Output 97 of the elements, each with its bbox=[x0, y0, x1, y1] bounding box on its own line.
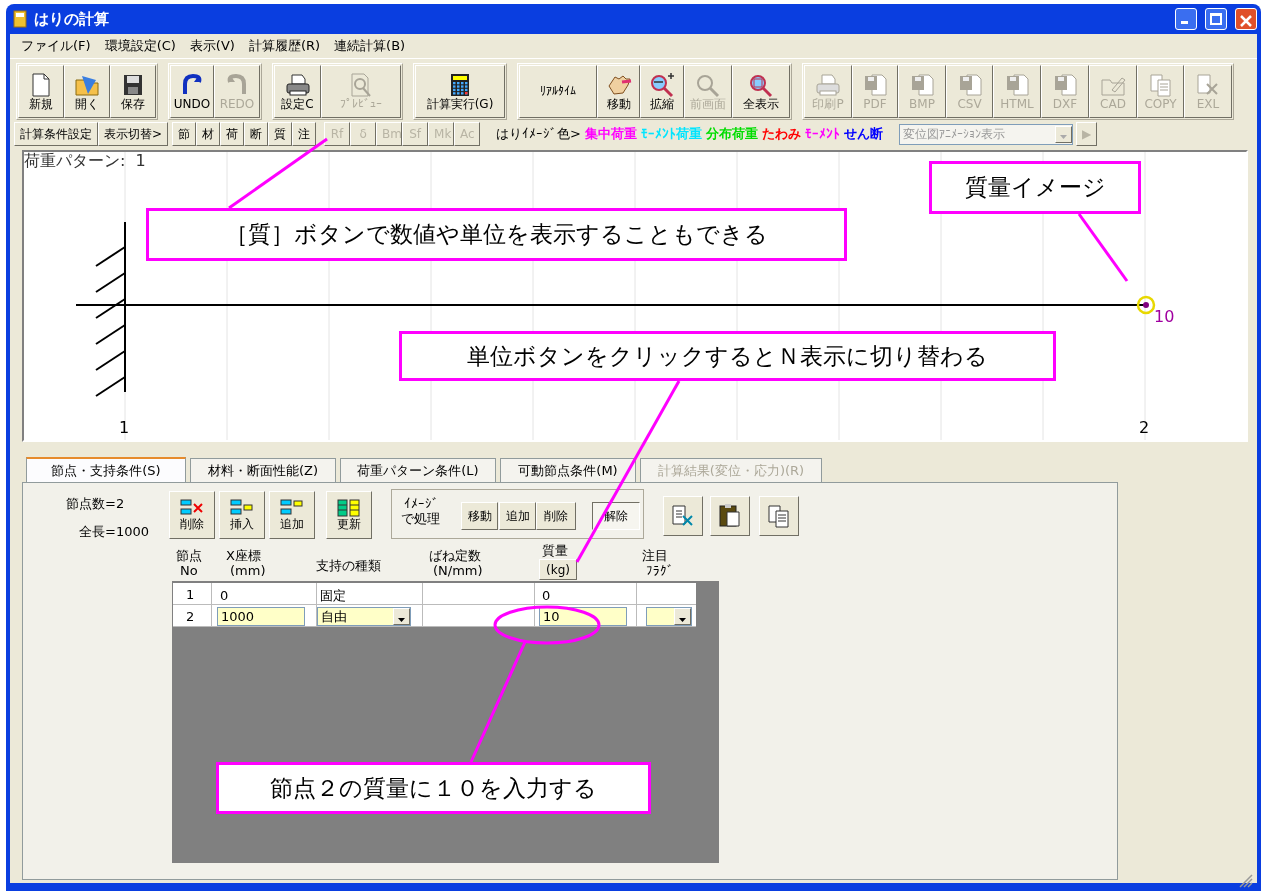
floppy-document-icon bbox=[862, 71, 888, 98]
floppy-document-icon bbox=[1004, 71, 1030, 98]
maximize-button[interactable] bbox=[1205, 8, 1227, 30]
floppy-document-icon bbox=[909, 71, 935, 98]
column-header: ばね定数 bbox=[429, 549, 481, 563]
column-header: 質量 bbox=[542, 544, 568, 558]
toolbar-button[interactable]: 設定C bbox=[274, 65, 321, 118]
toolbar-button[interactable]: 拡縮 bbox=[640, 65, 684, 118]
legend-item: 集中荷重 bbox=[584, 125, 637, 144]
toolbar-button[interactable]: 表示切替> bbox=[98, 122, 169, 146]
toolbar-button[interactable]: 追加 bbox=[269, 491, 315, 539]
view-toggle-button[interactable]: 材 bbox=[196, 122, 221, 146]
legend-item: たわみ bbox=[761, 125, 801, 144]
node-number: 2 bbox=[1139, 420, 1150, 436]
image-mode-button[interactable]: 削除 bbox=[536, 502, 576, 530]
tab[interactable]: 可動節点条件(M) bbox=[500, 457, 636, 482]
column-header: 注目 bbox=[642, 549, 668, 563]
column-header: (mm) bbox=[230, 564, 266, 578]
documents-icon bbox=[766, 503, 792, 529]
info-text: 全長=1000 bbox=[79, 523, 149, 541]
table-cell-text: 固定 bbox=[320, 587, 346, 605]
image-mode-button[interactable]: 移動 bbox=[461, 502, 498, 530]
column-header: (N/mm) bbox=[433, 564, 483, 578]
toolbar-button[interactable]: 開く bbox=[64, 65, 110, 118]
menu-item[interactable]: 表示(V) bbox=[182, 34, 242, 58]
column-header: 支持の種類 bbox=[316, 559, 381, 573]
toolbar-button[interactable]: 計算条件設定 bbox=[14, 122, 98, 146]
toolbar-button[interactable]: 更新 bbox=[326, 491, 372, 539]
paste-button[interactable] bbox=[710, 496, 750, 536]
toolbar-button[interactable]: 計算実行(G) bbox=[415, 65, 505, 118]
node-number: 1 bbox=[119, 420, 130, 436]
window-title: はりの計算 bbox=[34, 8, 110, 30]
app-icon bbox=[12, 10, 28, 28]
input-field[interactable]: 1000 bbox=[217, 607, 305, 626]
group-label: で処理 bbox=[401, 512, 440, 526]
group-label: ｲﾒｰｼﾞ bbox=[404, 497, 439, 511]
callout-box: 質量イメージ bbox=[929, 161, 1141, 214]
minimize-button[interactable] bbox=[1175, 8, 1197, 30]
document-icon bbox=[29, 71, 53, 98]
callout-box: 節点２の質量に１０を入力する bbox=[216, 762, 651, 814]
column-header: ﾌﾗｸﾞ bbox=[646, 564, 674, 578]
menu-item[interactable]: 環境設定(C) bbox=[97, 34, 183, 58]
view-toggle-button[interactable]: 断 bbox=[244, 122, 269, 146]
toolbar-button[interactable]: 削除 bbox=[169, 491, 215, 539]
toolbar-button[interactable]: 全表示 bbox=[732, 65, 790, 118]
toolbar-button[interactable]: UNDO bbox=[170, 65, 214, 118]
table-cell-text: 0 bbox=[542, 587, 551, 605]
copy-button[interactable] bbox=[759, 496, 799, 536]
mass-marker-icon bbox=[1136, 295, 1156, 315]
toolbar-button[interactable]: 移動 bbox=[597, 65, 640, 118]
view-toggle-button[interactable]: 節 bbox=[172, 122, 197, 146]
flag-dropdown[interactable] bbox=[646, 607, 692, 626]
floppy-document-icon bbox=[1052, 71, 1078, 98]
image-mode-button[interactable]: 追加 bbox=[499, 502, 536, 530]
view-toggle-button[interactable]: 荷 bbox=[220, 122, 245, 146]
row-number: 1 bbox=[186, 586, 195, 604]
tab[interactable]: 荷重パターン条件(L) bbox=[340, 457, 496, 482]
column-header: No bbox=[180, 564, 198, 578]
column-header: 節点 bbox=[176, 549, 202, 563]
toolbar-button[interactable]: ﾘｱﾙﾀｲﾑ bbox=[519, 65, 597, 118]
legend-item: ﾓｰﾒﾝﾄ bbox=[804, 125, 840, 144]
export-button[interactable] bbox=[663, 496, 703, 536]
toolbar-button[interactable]: 保存 bbox=[110, 65, 156, 118]
printer-icon bbox=[814, 71, 842, 98]
clipboard-icon bbox=[717, 503, 743, 529]
row-number: 2 bbox=[186, 608, 195, 626]
menu-item[interactable]: 計算履歴(R) bbox=[241, 34, 328, 58]
close-button[interactable] bbox=[1235, 8, 1257, 30]
info-text: 節点数=2 bbox=[66, 495, 125, 513]
printer-icon bbox=[283, 71, 312, 98]
legend-item: せん断 bbox=[843, 125, 883, 144]
legend-item: ﾓｰﾒﾝﾄ荷重 bbox=[640, 125, 702, 144]
table-cell-text: 0 bbox=[220, 587, 229, 605]
magnifier-document-icon bbox=[348, 71, 374, 98]
table-columns-icon bbox=[337, 498, 361, 519]
tab[interactable]: 材料・断面性能(Z) bbox=[190, 457, 336, 482]
column-header: X座標 bbox=[226, 549, 261, 563]
toolbar-button[interactable]: 挿入 bbox=[219, 491, 265, 539]
magnifier-plus-icon bbox=[648, 71, 676, 98]
view-toggle-button[interactable]: 質 bbox=[268, 122, 293, 146]
size-grip-icon bbox=[1239, 874, 1253, 888]
mass-value: 10 bbox=[1154, 309, 1175, 325]
view-toggle-button[interactable]: 注 bbox=[292, 122, 317, 146]
legend-item: 分布荷重 bbox=[705, 125, 758, 144]
callout-box: 単位ボタンをクリックするとＮ表示に切り替わる bbox=[399, 331, 1056, 381]
support-dropdown[interactable]: 自由 bbox=[317, 607, 411, 626]
menu-item[interactable]: 連続計算(B) bbox=[327, 34, 413, 58]
callout-box: ［質］ボタンで数値や単位を表示することもできる bbox=[146, 208, 847, 261]
unit-button[interactable]: (kg) bbox=[539, 559, 577, 580]
calculator-icon bbox=[448, 71, 472, 98]
documents-icon bbox=[1147, 71, 1174, 98]
legend-label: はりｲﾒｰｼﾞ色> bbox=[496, 125, 581, 144]
leader-line bbox=[1077, 213, 1129, 282]
tab[interactable]: 節点・支持条件(S) bbox=[26, 457, 186, 482]
load-pattern-label: 荷重パターン: 1 bbox=[24, 153, 146, 169]
toolbar-button[interactable]: 新規 bbox=[18, 65, 64, 118]
menu-item[interactable]: ファイル(F) bbox=[14, 34, 98, 58]
